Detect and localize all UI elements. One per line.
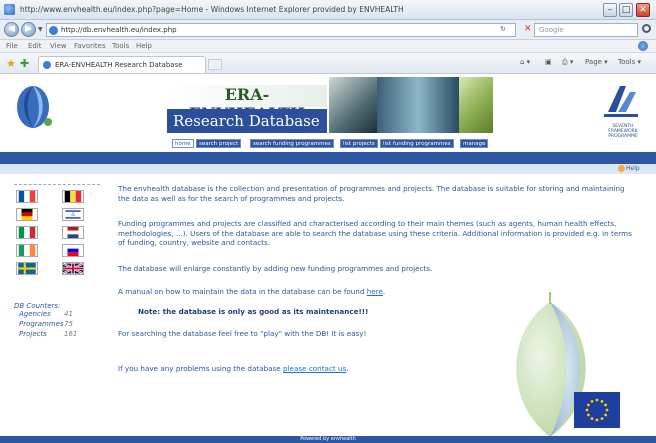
- flag-ireland[interactable]: [16, 244, 38, 257]
- counter-value: 41: [64, 310, 73, 318]
- banner-subtitle: Research Database: [167, 109, 327, 133]
- windows-live-icon[interactable]: [638, 41, 648, 51]
- menu-view[interactable]: View: [50, 42, 67, 50]
- era-envhealth-logo[interactable]: [10, 84, 56, 130]
- counter-agencies: Agencies 41: [14, 310, 73, 320]
- counter-projects: Projects 161: [14, 330, 77, 340]
- refresh-icon[interactable]: ↻: [500, 25, 506, 33]
- address-row: ◀ ▶ ▼ http://db.envhealth.eu/index.php ↻…: [0, 20, 656, 40]
- flag-italy[interactable]: [16, 226, 38, 239]
- minimize-button[interactable]: –: [603, 3, 617, 17]
- tab-bar: ★ ✚ ERA-ENVHEALTH Research Database ⌂ ▾ …: [0, 53, 656, 74]
- nav-list-projects[interactable]: list projects: [340, 139, 378, 148]
- flag-israel[interactable]: [62, 208, 84, 221]
- page-icon: [49, 26, 58, 35]
- home-icon[interactable]: ⌂ ▾: [520, 58, 530, 66]
- menu-edit[interactable]: Edit: [28, 42, 42, 50]
- new-tab-button[interactable]: [208, 59, 222, 70]
- flag-france[interactable]: [16, 190, 38, 203]
- history-dropdown-icon[interactable]: ▼: [38, 26, 43, 33]
- counter-value: 75: [64, 320, 73, 328]
- help-icon[interactable]: [618, 165, 625, 172]
- window-title: http://www.envhealth.eu/index.php?page=H…: [20, 5, 404, 14]
- sub-bar: Help: [0, 164, 656, 174]
- web-page: ERA-ENVHEALTH Research Database SEVENTH …: [0, 74, 656, 443]
- search-placeholder: Google: [539, 26, 564, 34]
- flag-germany[interactable]: [16, 208, 38, 221]
- eu-flag: [574, 392, 620, 428]
- menu-help[interactable]: Help: [136, 42, 152, 50]
- browser-window: http://www.envhealth.eu/index.php?page=H…: [0, 0, 656, 443]
- stop-icon[interactable]: ✕: [524, 24, 532, 34]
- lab-photo: [329, 77, 377, 133]
- intro-paragraph: The envhealth database is the collection…: [118, 184, 625, 203]
- nav-manage[interactable]: manage: [460, 139, 489, 148]
- counters-title: DB Counters:: [14, 302, 61, 310]
- menu-bar: File Edit View Favorites Tools Help: [0, 40, 656, 53]
- counter-label[interactable]: Programmes: [19, 320, 64, 328]
- title-bar: http://www.envhealth.eu/index.php?page=H…: [0, 0, 656, 20]
- maximize-button[interactable]: □: [619, 3, 633, 17]
- title-era: ERA-: [224, 85, 270, 104]
- add-favorites-icon[interactable]: ✚: [20, 57, 29, 70]
- menu-tools[interactable]: Tools: [112, 42, 129, 50]
- counter-value: 161: [64, 330, 78, 338]
- header-banner: ERA-ENVHEALTH Research Database: [167, 77, 493, 137]
- forward-button[interactable]: ▶: [21, 22, 36, 37]
- ie-icon: [4, 4, 15, 15]
- tools-menu[interactable]: Tools ▾: [618, 58, 641, 66]
- page-menu[interactable]: Page ▾: [585, 58, 608, 66]
- nav-home[interactable]: home: [172, 139, 194, 148]
- manual-suffix: .: [382, 287, 386, 296]
- help-link[interactable]: Help: [626, 165, 640, 172]
- counter-label[interactable]: Agencies: [19, 310, 51, 318]
- db-counters: DB Counters: Agencies 41 Programmes 75 P…: [14, 302, 77, 340]
- close-button[interactable]: ✕: [636, 3, 650, 17]
- site-header: ERA-ENVHEALTH Research Database SEVENTH …: [0, 74, 656, 152]
- manual-text: A manual on how to maintain the data in …: [118, 287, 367, 296]
- search-icon[interactable]: [642, 24, 651, 33]
- fp7-caption: SEVENTH FRAMEWORK PROGRAMME: [608, 124, 638, 139]
- search-input[interactable]: Google: [534, 23, 638, 37]
- menu-favorites[interactable]: Favorites: [74, 42, 106, 50]
- flag-sweden[interactable]: [16, 262, 38, 275]
- flag-slovenia[interactable]: [62, 244, 84, 257]
- address-field[interactable]: http://db.envhealth.eu/index.php: [46, 23, 516, 37]
- flag-netherlands[interactable]: [62, 226, 84, 239]
- browser-tab[interactable]: ERA-ENVHEALTH Research Database: [38, 56, 206, 73]
- menu-file[interactable]: File: [6, 42, 18, 50]
- recycle-photo: [459, 77, 493, 133]
- manual-link[interactable]: here: [367, 287, 383, 296]
- contact-link[interactable]: please contact us: [283, 364, 346, 373]
- test-tubes-photo: [377, 77, 459, 133]
- enlarge-paragraph: The database will enlarge constantly by …: [118, 264, 433, 273]
- address-text[interactable]: http://db.envhealth.eu/index.php: [61, 26, 177, 34]
- flag-belgium[interactable]: [62, 190, 84, 203]
- counter-label[interactable]: Projects: [19, 330, 47, 338]
- nav-search-funding-programmes[interactable]: search funding programmes: [250, 139, 334, 148]
- banner-title: ERA-ENVHEALTH: [167, 85, 327, 123]
- contact-text: If you have any problems using the datab…: [118, 364, 283, 373]
- nav-list-funding-programmes[interactable]: list funding programmes: [380, 139, 454, 148]
- partner-flags: [14, 184, 100, 275]
- feeds-icon[interactable]: ▣: [545, 58, 552, 66]
- tab-title: ERA-ENVHEALTH Research Database: [55, 61, 183, 69]
- nav-search-project[interactable]: search project: [196, 139, 242, 148]
- back-button[interactable]: ◀: [4, 22, 19, 37]
- page-footer: Powered by envhealth: [0, 436, 656, 443]
- print-icon[interactable]: ⎙ ▾: [562, 58, 573, 67]
- main-nav: home search project search funding progr…: [0, 139, 656, 149]
- header-blue-bar: [0, 152, 656, 164]
- classification-paragraph: Funding programmes and projects are clas…: [118, 219, 632, 247]
- favorites-star-icon[interactable]: ★: [6, 57, 16, 70]
- contact-suffix: .: [346, 364, 349, 373]
- flag-united-kingdom[interactable]: [62, 262, 84, 275]
- tab-page-icon: [43, 61, 51, 69]
- counter-programmes: Programmes 75: [14, 320, 73, 330]
- fp7-logo: [604, 86, 638, 117]
